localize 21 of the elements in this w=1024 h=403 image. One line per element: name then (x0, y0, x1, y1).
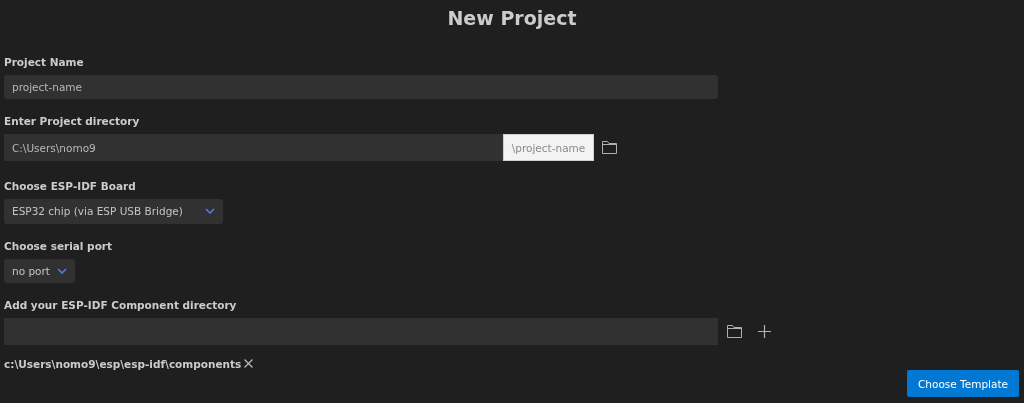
chevron-down-icon (57, 267, 67, 274)
dropdown-value: no port (12, 264, 50, 277)
port-dropdown[interactable]: no port (4, 258, 75, 283)
plus-icon[interactable] (758, 325, 771, 338)
field-label: Choose ESP-IDF Board (4, 179, 136, 194)
choose-template-button[interactable]: Choose Template (907, 370, 1019, 397)
board-dropdown[interactable]: ESP32 chip (via ESP USB Bridge) (4, 199, 223, 224)
folder-icon[interactable] (602, 141, 617, 155)
directory-suffix: \project-name (503, 134, 594, 162)
project-name-field[interactable]: project-name (4, 75, 718, 100)
field-label: Project Name (4, 55, 84, 69)
field-label: Add your ESP-IDF Component directory (4, 298, 237, 312)
dropdown-value: ESP32 chip (via ESP USB Bridge) (12, 205, 183, 218)
page-title: New Project (446, 6, 578, 30)
field-label: Choose serial port (4, 238, 113, 253)
chevron-down-icon (205, 208, 215, 215)
field-label: Enter Project directory (4, 114, 140, 129)
close-icon[interactable] (244, 359, 254, 369)
folder-icon[interactable] (727, 325, 742, 338)
component-path: c:\Users\nomo9\esp\esp-idf\components (4, 358, 242, 370)
directory-field[interactable]: C:\Users\nomo9 (4, 134, 503, 162)
